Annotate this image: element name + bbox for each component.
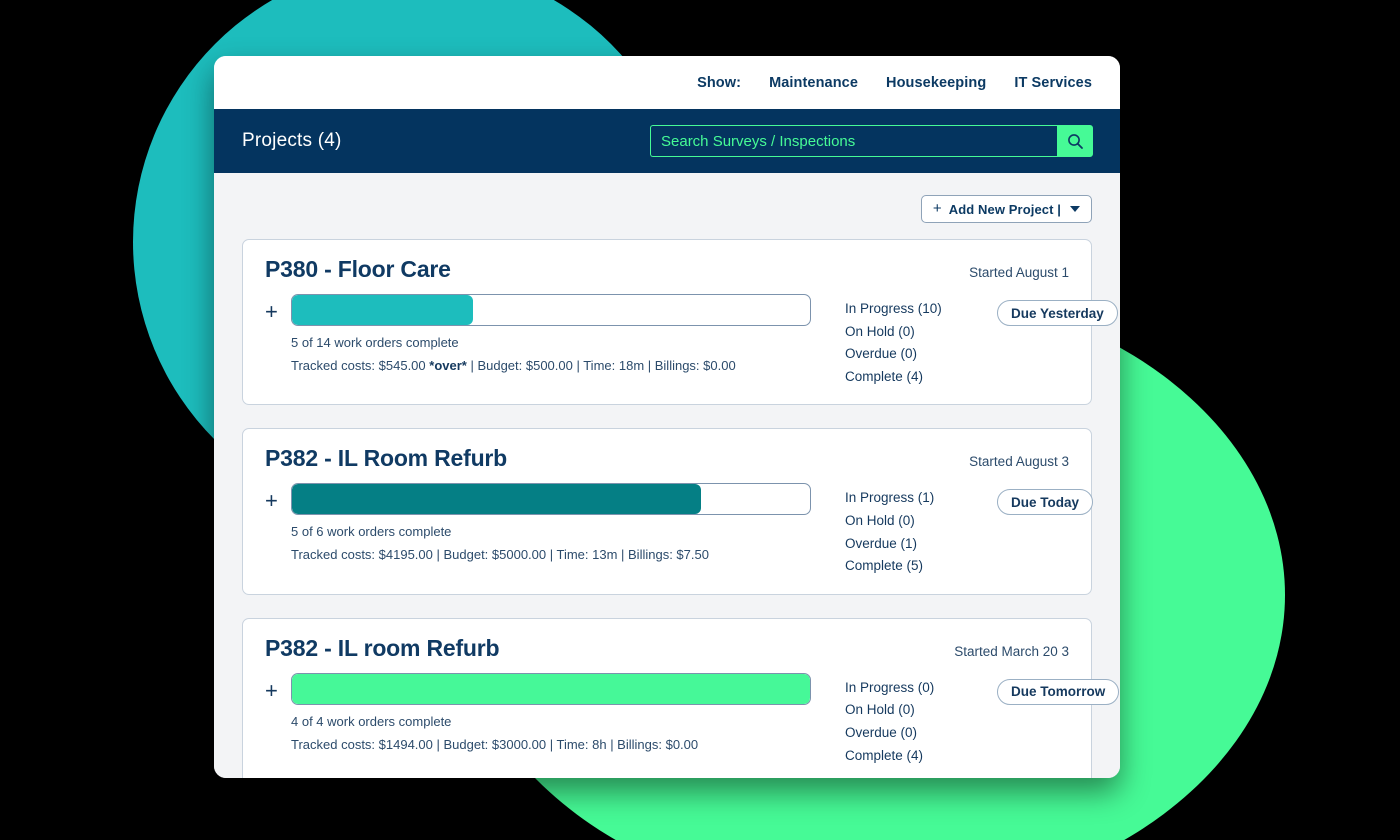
project-status-line: Overdue (0) xyxy=(845,346,918,362)
project-costs-summary: Tracked costs: $4195.00 | Budget: $5000.… xyxy=(291,547,813,562)
plus-icon: + xyxy=(932,200,942,217)
screenshot-stage: Show: Maintenance Housekeeping IT Servic… xyxy=(0,0,1400,840)
top-navigation-bar: Show: Maintenance Housekeeping IT Servic… xyxy=(214,56,1120,109)
cost-prefix: Tracked costs: $1494.00 | Budget: $3000.… xyxy=(291,736,699,752)
project-status-line: In Progress (0) xyxy=(845,679,935,695)
nav-link-it-services[interactable]: IT Services xyxy=(1014,75,1092,91)
project-status-line: Complete (4) xyxy=(845,368,924,384)
projects-content: + Add New Project | P380 - Floor Care Sta… xyxy=(214,173,1120,778)
search-input[interactable] xyxy=(650,125,1057,157)
add-new-project-label: Add New Project | xyxy=(948,201,1061,217)
project-costs-summary: Tracked costs: $545.00 *over* | Budget: … xyxy=(291,358,813,373)
project-due-column: Due Tomorrow xyxy=(997,673,1120,705)
search-icon xyxy=(1067,133,1083,149)
due-status-badge[interactable]: Due Yesterday xyxy=(997,300,1118,326)
project-progress-column: 4 of 4 work orders complete Tracked costs… xyxy=(291,672,813,752)
cost-suffix: | Budget: $500.00 | Time: 18m | Billings… xyxy=(466,358,736,373)
project-started-date: Started August 1 xyxy=(969,265,1069,280)
due-status-badge[interactable]: Due Tomorrow xyxy=(997,678,1120,705)
search-button[interactable] xyxy=(1057,125,1093,157)
project-status-line: On Hold (0) xyxy=(845,512,915,528)
project-title: P380 - Floor Care xyxy=(265,256,451,282)
chevron-down-icon[interactable] xyxy=(1070,206,1080,212)
progress-bar-fill xyxy=(292,295,474,325)
project-status-line: In Progress (10) xyxy=(845,301,942,316)
project-status-line: On Hold (0) xyxy=(845,702,915,718)
page-header: Projects (4) xyxy=(214,109,1120,173)
show-label: Show: xyxy=(697,74,742,91)
project-card[interactable]: P382 - IL Room Refurb Started August 3 +5 … xyxy=(242,428,1094,595)
project-status-line: Complete (4) xyxy=(845,747,924,763)
project-status-column: In Progress (0) On Hold (0) Overdue (0) Com… xyxy=(845,673,997,767)
due-status-badge[interactable]: Due Today xyxy=(997,489,1094,516)
project-costs-summary: Tracked costs: $1494.00 | Budget: $3000.… xyxy=(291,737,813,752)
project-card-list: P380 - Floor Care Started August 1 +5 of 1… xyxy=(242,239,1120,778)
progress-bar-fill xyxy=(292,673,810,704)
project-due-column: Due Yesterday xyxy=(997,294,1118,326)
project-started-date: Started March 20 3 xyxy=(954,643,1069,659)
expand-project-button[interactable]: + xyxy=(265,676,291,706)
expand-project-button[interactable]: + xyxy=(265,297,291,327)
project-card[interactable]: P382 - IL room Refurb Started March 20 3 +… xyxy=(242,617,1120,778)
cost-emphasis: *over* xyxy=(429,358,467,373)
project-status-line: Complete (5) xyxy=(845,558,924,574)
project-status-column: In Progress (1) On Hold (0) Overdue (1) Com… xyxy=(845,483,997,577)
progress-bar-track xyxy=(291,294,811,326)
project-status-line: On Hold (0) xyxy=(845,323,915,339)
project-due-column: Due Today xyxy=(997,483,1094,516)
progress-bar-track xyxy=(291,672,811,705)
work-orders-summary: 5 of 14 work orders complete xyxy=(291,335,459,350)
nav-link-maintenance[interactable]: Maintenance xyxy=(769,75,858,91)
content-toolbar: + Add New Project | xyxy=(242,195,1092,223)
work-orders-summary: 5 of 6 work orders complete xyxy=(291,524,452,540)
app-window: Show: Maintenance Housekeeping IT Servic… xyxy=(214,56,1120,778)
search-bar xyxy=(650,125,1093,157)
add-new-project-button[interactable]: + Add New Project | xyxy=(920,195,1092,223)
expand-project-button[interactable]: + xyxy=(265,486,291,516)
project-title: P382 - IL Room Refurb xyxy=(265,445,508,472)
progress-bar-fill xyxy=(292,484,702,515)
project-status-column: In Progress (10) On Hold (0) Overdue (0) Co… xyxy=(845,294,997,388)
cost-prefix: Tracked costs: $4195.00 | Budget: $5000.… xyxy=(291,547,709,563)
progress-bar-track xyxy=(291,483,811,516)
project-started-date: Started August 3 xyxy=(969,454,1069,470)
work-orders-summary: 4 of 4 work orders complete xyxy=(291,713,452,729)
project-progress-column: 5 of 14 work orders complete Tracked cost… xyxy=(291,294,813,373)
project-status-line: Overdue (0) xyxy=(845,724,918,740)
project-progress-column: 5 of 6 work orders complete Tracked costs… xyxy=(291,483,813,562)
nav-link-housekeeping[interactable]: Housekeeping xyxy=(886,75,986,91)
project-title: P382 - IL room Refurb xyxy=(265,634,500,661)
page-title: Projects (4) xyxy=(242,130,342,151)
project-card[interactable]: P380 - Floor Care Started August 1 +5 of 1… xyxy=(242,239,1118,406)
project-status-line: In Progress (1) xyxy=(845,490,935,506)
cost-prefix: Tracked costs: $545.00 xyxy=(291,358,430,373)
project-status-line: Overdue (1) xyxy=(845,535,918,551)
